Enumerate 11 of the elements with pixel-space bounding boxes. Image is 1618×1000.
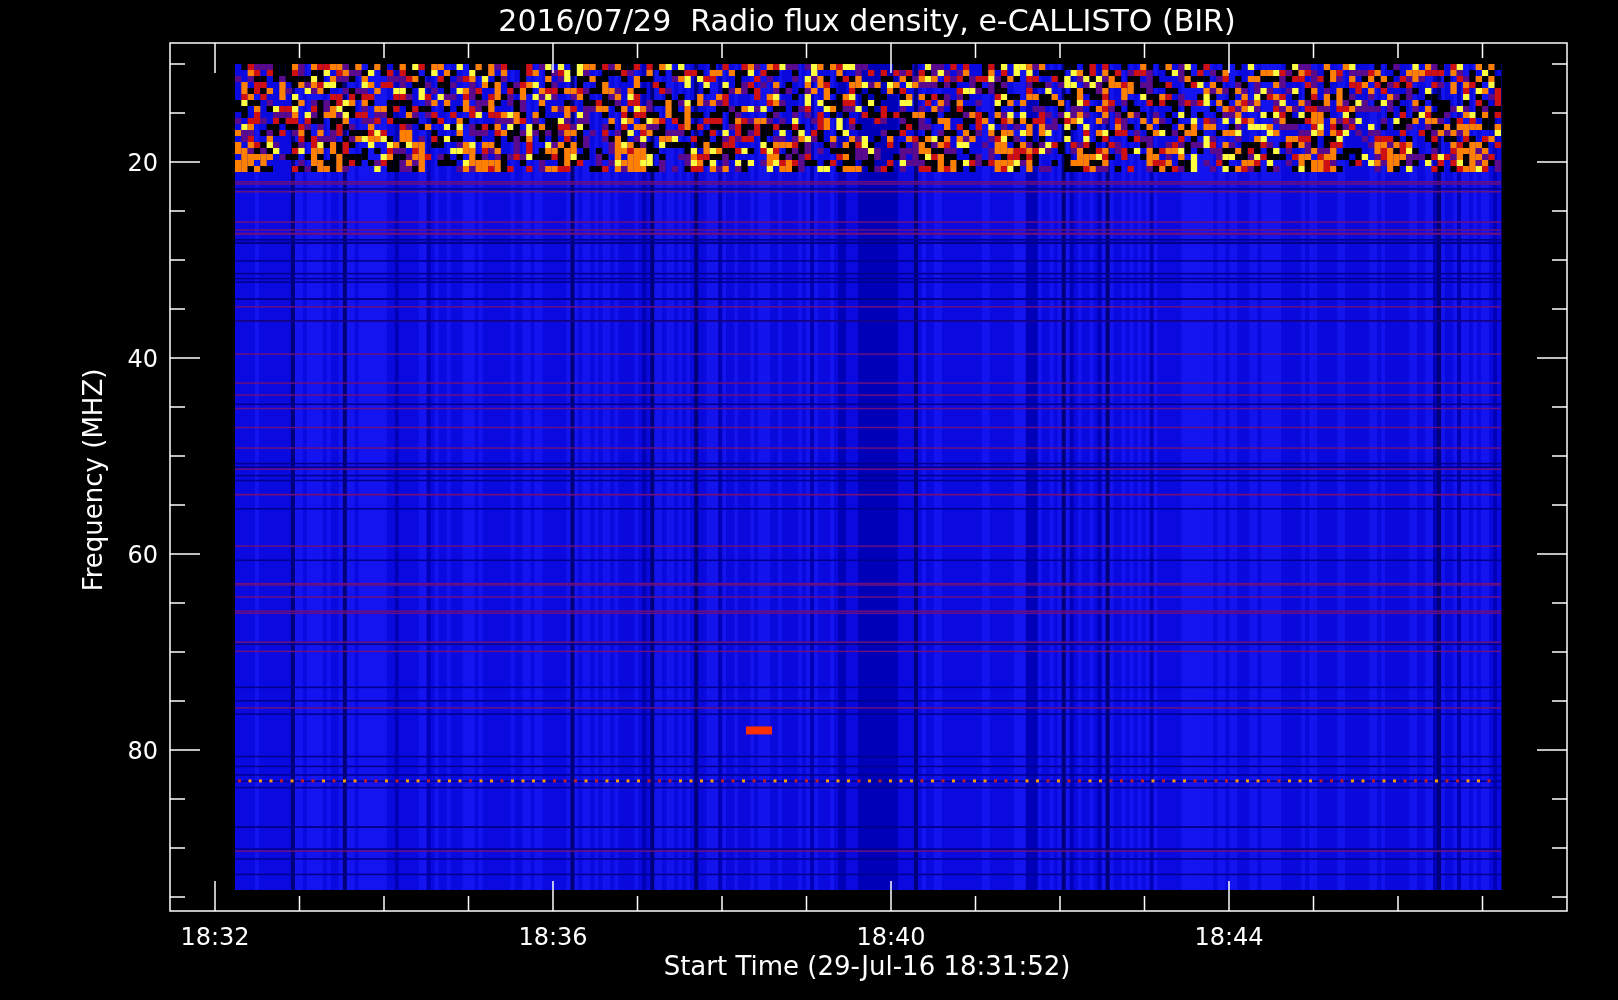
tick-label: 20 bbox=[127, 149, 158, 177]
tick-label: 40 bbox=[127, 345, 158, 373]
tick-label: 18:40 bbox=[856, 923, 926, 951]
tick-label: 60 bbox=[127, 541, 158, 569]
tick-label: 80 bbox=[127, 737, 158, 765]
axis-label: Start Time (29-Jul-16 18:31:52) bbox=[663, 951, 1071, 981]
chart-title: 2016/07/29 Radio flux density, e-CALLISTO (BIR) bbox=[498, 3, 1236, 38]
axis-label: Frequency (MHZ) bbox=[78, 368, 108, 592]
tick-label: 18:36 bbox=[518, 923, 588, 951]
tick-label: 18:44 bbox=[1194, 923, 1264, 951]
tick-label: 18:32 bbox=[180, 923, 250, 951]
